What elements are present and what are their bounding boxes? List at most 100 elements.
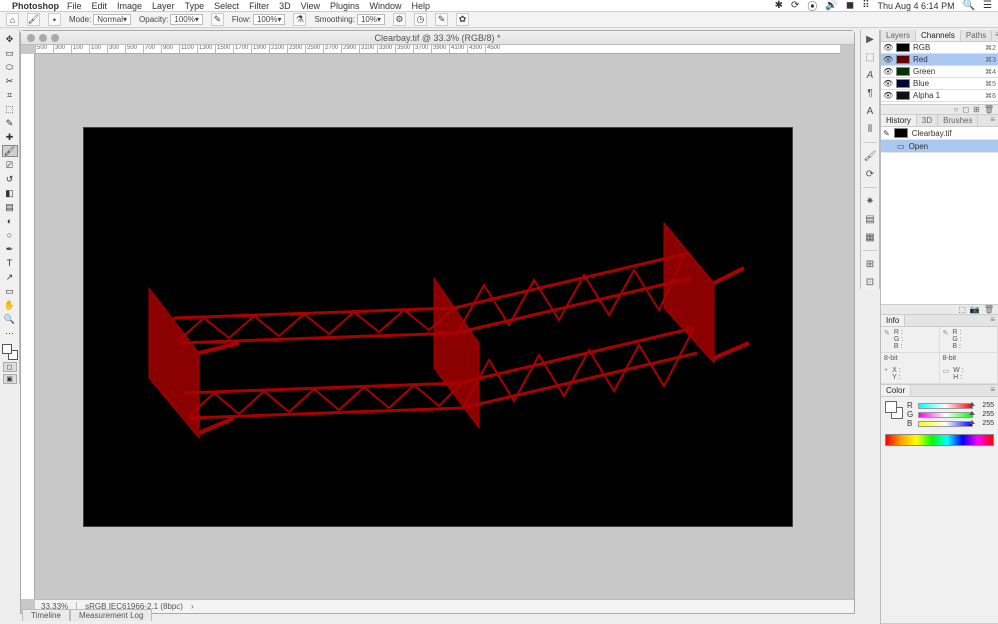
tool-shape[interactable]: ▭: [2, 285, 18, 297]
channel-row-alpha-1[interactable]: 👁Alpha 1⌘6: [881, 90, 998, 102]
ruler-vertical[interactable]: [21, 54, 35, 599]
properties-icon[interactable]: ⊡: [863, 275, 877, 289]
panel-menu-icon[interactable]: ≡: [987, 385, 998, 396]
menu-filter[interactable]: Filter: [249, 1, 269, 11]
document-titlebar[interactable]: Clearbay.tif @ 33.3% (RGB/8) *: [21, 31, 854, 45]
pressure-size-icon[interactable]: ✎: [435, 13, 448, 26]
visibility-icon[interactable]: 👁: [883, 67, 893, 76]
tool-heal[interactable]: ✚: [2, 131, 18, 143]
history-state[interactable]: ▭ Open: [881, 140, 998, 153]
quickmask-icon[interactable]: ◻: [3, 362, 17, 372]
tool-pen[interactable]: ✒: [2, 243, 18, 255]
tool-historybrush[interactable]: ↺: [2, 173, 18, 185]
history-snapshot[interactable]: ✎ Clearbay.tif: [881, 127, 998, 140]
tool-lasso[interactable]: ⬭: [2, 61, 18, 73]
panel-menu-icon[interactable]: ≡: [992, 30, 998, 41]
bluetooth-icon[interactable]: ✱: [775, 0, 783, 11]
tool-type[interactable]: T: [2, 257, 18, 269]
tab-layers[interactable]: Layers: [881, 30, 916, 41]
tool-marquee[interactable]: ▭: [2, 47, 18, 59]
menu-window[interactable]: Window: [370, 1, 402, 11]
slider-value[interactable]: 255: [976, 411, 994, 418]
menu-image[interactable]: Image: [117, 1, 142, 11]
tool-crop[interactable]: ⌗: [2, 89, 18, 101]
libraries-icon[interactable]: ⬚: [863, 50, 877, 64]
opacity-field[interactable]: 100% ▾: [170, 14, 202, 25]
visibility-icon[interactable]: 👁: [883, 91, 893, 100]
control-center-icon[interactable]: ⠿: [862, 0, 869, 11]
window-controls[interactable]: [27, 34, 59, 42]
tool-brush[interactable]: 🖌: [2, 145, 18, 157]
tab-measurement-log[interactable]: Measurement Log: [70, 609, 152, 621]
canvas[interactable]: [84, 128, 792, 526]
tool-quickselect[interactable]: ✂: [2, 75, 18, 87]
smoothing-options-icon[interactable]: ⚙: [393, 13, 406, 26]
home-icon[interactable]: ⌂: [6, 13, 19, 26]
load-selection-icon[interactable]: ○: [954, 105, 959, 114]
airbrush-icon[interactable]: ⚗: [293, 13, 306, 26]
canvas-area[interactable]: [35, 54, 840, 599]
adjustments-icon[interactable]: ✷: [863, 194, 877, 208]
tool-dodge[interactable]: ○: [2, 229, 18, 241]
color-spectrum[interactable]: [885, 434, 994, 446]
tab-channels[interactable]: Channels: [916, 30, 961, 41]
slider-value[interactable]: 255: [976, 420, 994, 427]
visibility-icon[interactable]: 👁: [883, 79, 893, 88]
color-slider-b[interactable]: [918, 421, 973, 427]
tab-info[interactable]: Info: [881, 315, 905, 326]
menubar-datetime[interactable]: Thu Aug 4 6:14 PM: [878, 1, 955, 11]
new-snapshot-icon[interactable]: 📷: [970, 305, 980, 314]
save-selection-icon[interactable]: ◻: [963, 105, 970, 114]
color-slider-r[interactable]: [918, 403, 973, 409]
status-chevron-icon[interactable]: ›: [191, 602, 194, 611]
brush-preset-icon[interactable]: 🖌: [27, 13, 40, 26]
screenmode-icon[interactable]: ▣: [3, 374, 17, 384]
channel-row-red[interactable]: 👁Red⌘3: [881, 54, 998, 66]
tool-hand[interactable]: ✋: [2, 299, 18, 311]
menu-3d[interactable]: 3D: [279, 1, 291, 11]
play-icon[interactable]: ▶: [863, 32, 877, 46]
tool-eyedropper[interactable]: ✎: [2, 117, 18, 129]
smoothing-field[interactable]: 10% ▾: [357, 14, 385, 25]
tool-blur[interactable]: ◐: [2, 215, 18, 227]
panel-menu-icon[interactable]: ≡: [987, 115, 998, 126]
angle-icon[interactable]: ◷: [414, 13, 427, 26]
menu-type[interactable]: Type: [185, 1, 205, 11]
tool-frame[interactable]: ⬚: [2, 103, 18, 115]
tab-brushes[interactable]: Brushes: [938, 115, 978, 126]
navigator-icon[interactable]: ⊞: [863, 257, 877, 271]
tab-timeline[interactable]: Timeline: [22, 609, 70, 621]
tool-stamp[interactable]: ⎚: [2, 159, 18, 171]
tab-color[interactable]: Color: [881, 385, 911, 396]
menu-edit[interactable]: Edit: [92, 1, 108, 11]
close-icon[interactable]: [27, 34, 35, 42]
notifications-icon[interactable]: ☰: [983, 0, 992, 11]
tab-history[interactable]: History: [881, 115, 917, 126]
glyphs-icon[interactable]: A: [863, 68, 877, 82]
menu-plugins[interactable]: Plugins: [330, 1, 360, 11]
symmetry-icon[interactable]: ✿: [456, 13, 469, 26]
channel-row-rgb[interactable]: 👁RGB⌘2: [881, 42, 998, 54]
sync-icon[interactable]: ⟳: [791, 0, 799, 11]
menu-layer[interactable]: Layer: [152, 1, 175, 11]
pressure-opacity-icon[interactable]: ✎: [211, 13, 224, 26]
tab-paths[interactable]: Paths: [961, 30, 992, 41]
ruler-horizontal[interactable]: 5003001001003005007009001100130015001700…: [35, 45, 840, 54]
spotlight-icon[interactable]: 🔍: [963, 0, 975, 11]
app-icon[interactable]: ◼: [846, 0, 854, 11]
flow-field[interactable]: 100% ▾: [253, 14, 285, 25]
brushsettings-icon[interactable]: 🖌: [863, 149, 877, 163]
delete-state-icon[interactable]: 🗑: [984, 305, 994, 314]
menu-select[interactable]: Select: [214, 1, 239, 11]
histogram-icon[interactable]: ⫴: [863, 122, 877, 136]
channel-row-blue[interactable]: 👁Blue⌘5: [881, 78, 998, 90]
brush-settings-icon[interactable]: •: [48, 13, 61, 26]
new-document-from-state-icon[interactable]: ⬚: [958, 305, 966, 314]
menu-file[interactable]: File: [67, 1, 82, 11]
swatches-icon[interactable]: ▦: [863, 230, 877, 244]
character-icon[interactable]: A: [863, 104, 877, 118]
delete-channel-icon[interactable]: 🗑: [984, 105, 994, 114]
new-channel-icon[interactable]: ⊞: [973, 105, 980, 114]
tool-eraser[interactable]: ◧: [2, 187, 18, 199]
tool-path[interactable]: ↗: [2, 271, 18, 283]
